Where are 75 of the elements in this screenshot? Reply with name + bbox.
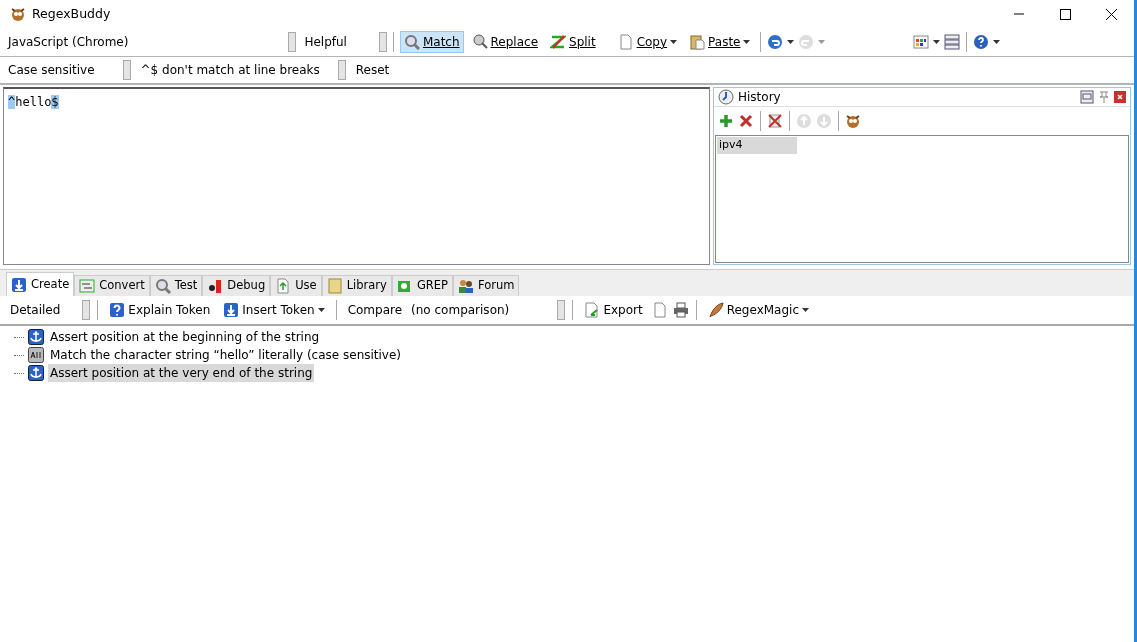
mode-dropdown[interactable]: Helpful	[300, 31, 351, 53]
panel-title: History	[738, 89, 781, 106]
restore-icon[interactable]	[1080, 90, 1094, 104]
detail-dropdown[interactable]: Detailed	[6, 299, 65, 321]
pin-icon[interactable]	[1097, 90, 1111, 104]
clock-icon	[718, 89, 734, 105]
close-icon[interactable]	[738, 113, 754, 129]
download-icon	[11, 276, 27, 293]
explain-token-button[interactable]: Explain Token	[105, 299, 215, 321]
tab[interactable]: Debug	[202, 275, 271, 296]
owl-icon	[10, 6, 26, 22]
undo-icon[interactable]	[767, 34, 784, 50]
close-icon	[1105, 8, 1117, 20]
caret-icon	[802, 308, 809, 312]
delete-all-icon[interactable]	[767, 113, 783, 129]
search-icon	[154, 278, 171, 294]
anchor-icon	[28, 329, 44, 345]
tree-item[interactable]: Assert position at the beginning of the string	[48, 328, 322, 346]
export-button[interactable]: Export	[580, 299, 647, 321]
help-icon[interactable]	[973, 34, 990, 50]
feather-icon	[707, 302, 724, 318]
replace-button[interactable]: Replace	[467, 31, 543, 53]
window-title: RegexBuddy	[32, 4, 111, 23]
maximize-icon	[1059, 8, 1071, 20]
page-icon	[617, 34, 634, 50]
grid-icon[interactable]	[913, 34, 930, 50]
dropdown-handle[interactable]	[122, 60, 131, 80]
tab[interactable]: Library	[321, 275, 392, 296]
close-icon[interactable]	[1114, 91, 1126, 103]
download-icon	[223, 302, 240, 318]
tab[interactable]: Create	[6, 272, 75, 296]
option-dropdown[interactable]: Case sensitive	[4, 59, 99, 81]
regexmagic-button[interactable]: RegexMagic	[703, 299, 813, 321]
tab[interactable]: Test	[149, 275, 203, 296]
dropdown-handle[interactable]	[337, 60, 346, 80]
tab[interactable]: Convert	[74, 275, 150, 296]
caret-icon	[317, 308, 325, 312]
tree-item[interactable]: Match the character string “hello” literally (case sensitive)	[48, 346, 404, 364]
tab[interactable]: GREP	[391, 275, 453, 296]
search-icon	[403, 34, 420, 50]
use-icon	[275, 278, 292, 294]
clipboard-icon	[689, 34, 706, 50]
option-dropdown[interactable]: ^$ don't match at line breaks	[136, 59, 324, 81]
text-icon	[28, 347, 44, 363]
dropdown-handle[interactable]	[288, 32, 297, 52]
forum-icon	[458, 278, 474, 294]
tab[interactable]: Forum	[453, 275, 520, 296]
split-icon	[550, 34, 567, 50]
caret-icon[interactable]	[787, 40, 795, 44]
history-item[interactable]: ipv4	[717, 137, 797, 154]
tree-item[interactable]: Assert position at the very end of the string	[48, 364, 315, 382]
regex-editor[interactable]: ^hello$	[3, 87, 710, 265]
insert-token-button[interactable]: Insert Token	[219, 299, 329, 321]
copy-button[interactable]: Copy	[613, 31, 682, 53]
owl-icon[interactable]	[845, 113, 861, 129]
flavor-dropdown[interactable]: JavaScript (Chrome)	[4, 31, 133, 53]
caret-icon[interactable]	[933, 40, 941, 44]
printer-icon[interactable]	[672, 302, 689, 318]
caret-icon[interactable]	[993, 40, 1001, 44]
match-button[interactable]: Match	[399, 31, 464, 53]
dropdown-handle[interactable]	[82, 300, 91, 320]
paste-button[interactable]: Paste	[685, 31, 755, 53]
tab[interactable]: Use	[270, 275, 322, 296]
help-icon	[109, 302, 126, 318]
dropdown-handle[interactable]	[557, 300, 566, 320]
comparison-label: (no comparison)	[411, 302, 510, 319]
option-dropdown[interactable]: Reset	[351, 59, 394, 81]
dropdown-handle[interactable]	[378, 32, 387, 52]
plus-icon[interactable]	[718, 113, 734, 129]
magnifier-icon	[471, 34, 488, 50]
compare-button[interactable]: Compare	[343, 299, 407, 321]
anchor-icon	[28, 365, 44, 381]
split-button[interactable]: Split	[546, 31, 600, 53]
list-icon[interactable]	[944, 34, 961, 50]
export-icon	[584, 302, 601, 318]
